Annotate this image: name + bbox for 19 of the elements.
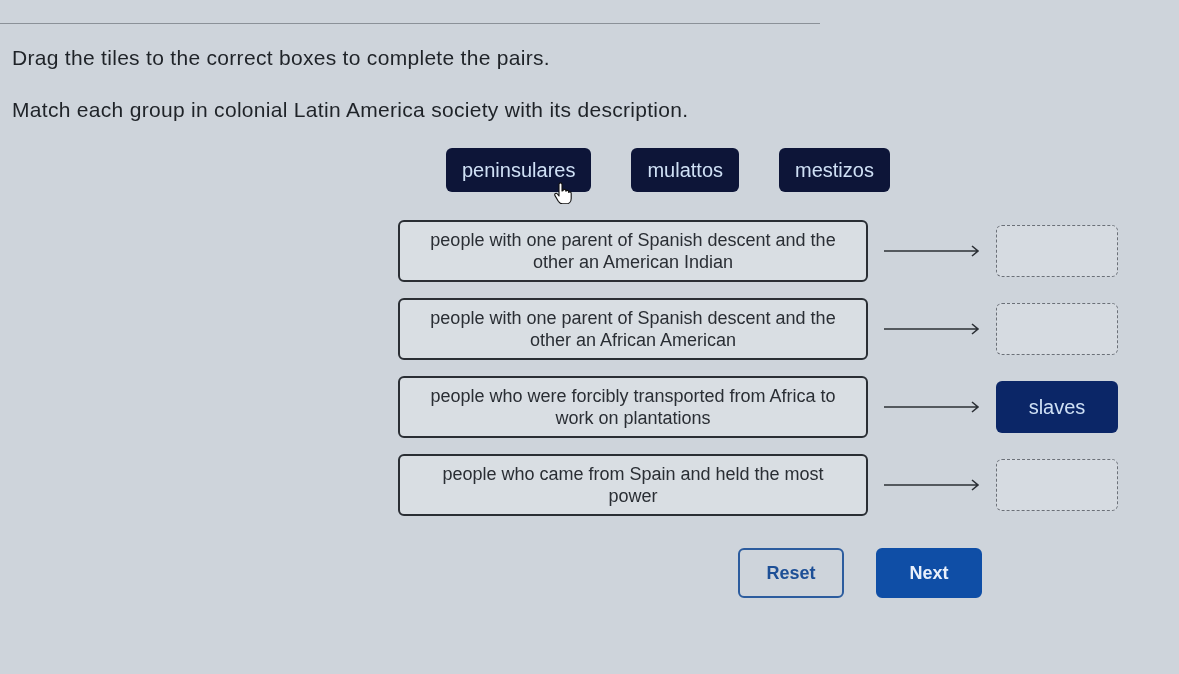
reset-button[interactable]: Reset	[738, 548, 844, 598]
arrow-icon	[884, 323, 980, 335]
arrow-icon	[884, 245, 980, 257]
description-box: people who came from Spain and held the most power	[398, 454, 868, 516]
arrow-icon	[884, 401, 980, 413]
drop-box[interactable]	[996, 225, 1118, 277]
instruction-text: Drag the tiles to the correct boxes to complete the pairs.	[12, 45, 551, 71]
answer-tile[interactable]: mestizos	[779, 148, 890, 192]
answer-tile[interactable]: slaves	[996, 381, 1118, 433]
drop-box[interactable]	[996, 303, 1118, 355]
arrow-icon	[884, 479, 980, 491]
description-box: people who were forcibly transported from Africa to work on plantations	[398, 376, 868, 438]
drop-box[interactable]	[996, 459, 1118, 511]
answer-tile[interactable]: mulattos	[631, 148, 739, 192]
answer-tile[interactable]: peninsulares	[446, 148, 592, 192]
instruction-text: Match each group in colonial Latin America society with its description.	[12, 97, 690, 123]
description-box: people with one parent of Spanish descent and the other an American Indian	[398, 220, 868, 282]
description-box: people with one parent of Spanish descent and the other an African American	[398, 298, 868, 360]
next-button[interactable]: Next	[876, 548, 982, 598]
